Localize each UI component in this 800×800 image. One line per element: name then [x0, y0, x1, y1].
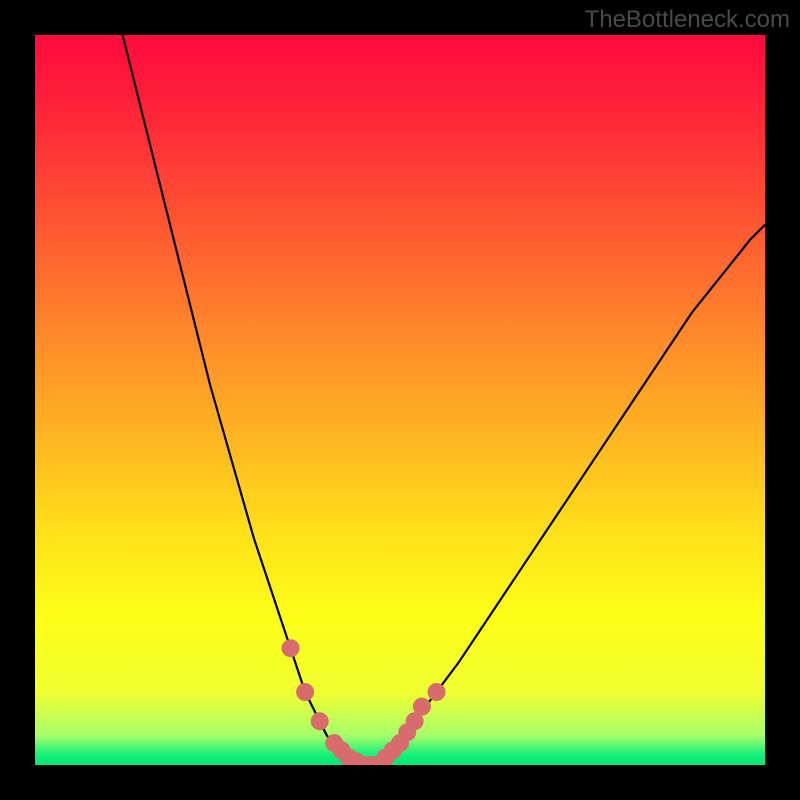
optimal-range-marker [413, 698, 431, 716]
optimal-range-marker [428, 683, 446, 701]
optimal-range-marker [296, 683, 314, 701]
chart-frame: TheBottleneck.com [0, 0, 800, 800]
attribution-label: TheBottleneck.com [585, 6, 790, 34]
chart-svg [35, 35, 765, 765]
optimal-range-marker [311, 712, 329, 730]
optimal-range-marker [282, 639, 300, 657]
plot-area [35, 35, 765, 765]
bottleneck-curve [123, 35, 765, 765]
